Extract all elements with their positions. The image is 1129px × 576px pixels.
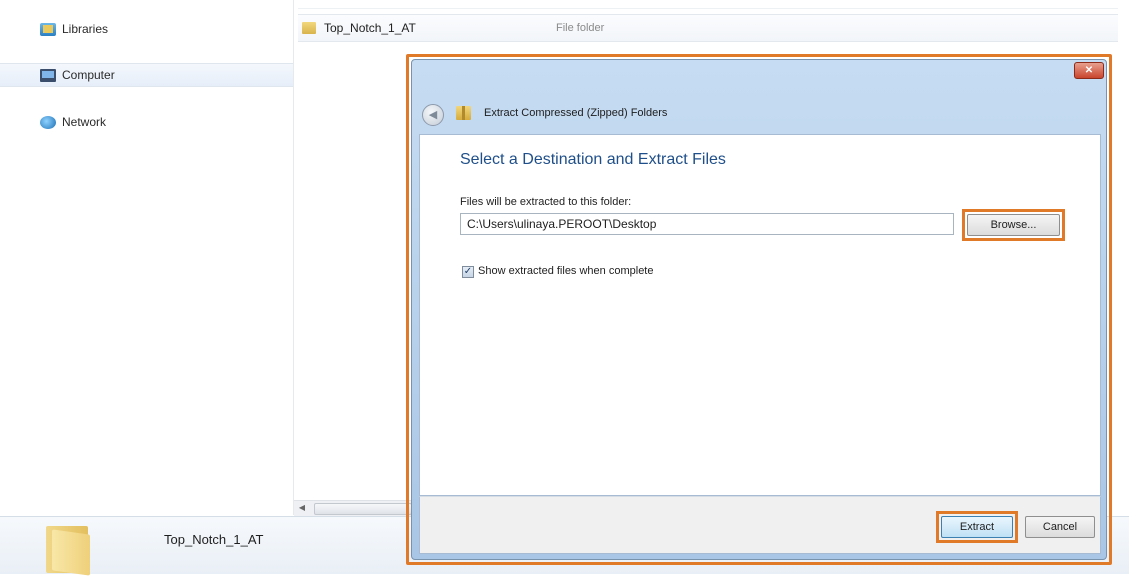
back-arrow-icon: ◀ — [428, 109, 438, 121]
file-list-cut-row — [298, 0, 1118, 9]
zip-folder-icon — [456, 106, 471, 120]
dialog-footer: Extract Cancel — [419, 496, 1101, 554]
show-files-label[interactable]: Show extracted files when complete — [478, 265, 653, 277]
destination-label: Files will be extracted to this folder: — [460, 196, 632, 208]
computer-icon — [40, 68, 56, 82]
libraries-icon — [40, 22, 56, 36]
dialog-content: Select a Destination and Extract Files F… — [419, 134, 1101, 496]
file-row[interactable]: Top_Notch_1_AT File folder — [298, 14, 1118, 42]
extract-dialog: ✕ ◀ Extract Compressed (Zipped) Folders … — [411, 59, 1107, 560]
browse-button[interactable]: Browse... — [967, 214, 1060, 236]
file-type: File folder — [556, 22, 605, 34]
show-files-checkbox[interactable]: ✓ — [462, 266, 474, 278]
page-heading: Select a Destination and Extract Files — [460, 151, 726, 168]
destination-path-input[interactable]: C:\Users\ulinaya.PEROOT\Desktop — [460, 213, 954, 235]
sidebar-item-computer[interactable]: Computer — [0, 63, 293, 87]
horizontal-scrollbar[interactable]: ◀ — [294, 500, 412, 516]
checkmark-icon: ✓ — [463, 266, 473, 277]
file-name: Top_Notch_1_AT — [324, 21, 416, 35]
navigation-pane: Libraries Computer Network — [0, 0, 294, 515]
scroll-left-icon[interactable]: ◀ — [296, 502, 308, 514]
sidebar-item-network[interactable]: Network — [0, 111, 293, 133]
sidebar-item-libraries[interactable]: Libraries — [0, 18, 293, 40]
dialog-title: Extract Compressed (Zipped) Folders — [484, 107, 668, 119]
cancel-button[interactable]: Cancel — [1025, 516, 1095, 538]
sidebar-item-label: Libraries — [62, 22, 109, 36]
folder-icon — [302, 22, 316, 34]
sidebar-item-label: Computer — [62, 68, 115, 82]
network-icon — [40, 115, 56, 129]
close-button[interactable]: ✕ — [1074, 62, 1104, 79]
sidebar-item-label: Network — [62, 115, 107, 129]
extract-button[interactable]: Extract — [941, 516, 1013, 538]
scrollbar-thumb[interactable] — [314, 503, 412, 515]
folder-icon — [46, 526, 102, 576]
back-button[interactable]: ◀ — [422, 104, 444, 126]
details-item-name: Top_Notch_1_AT — [164, 532, 264, 547]
